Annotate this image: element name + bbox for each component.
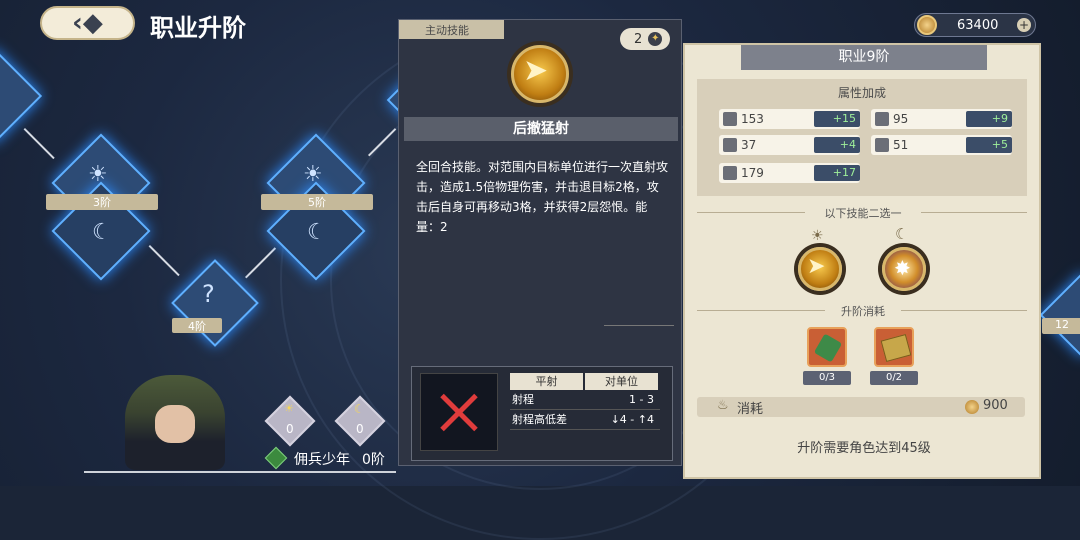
job-title: 职业9阶 <box>741 45 987 70</box>
burst-icon: ✸ <box>894 256 911 280</box>
attribute-bonus: +5 <box>966 137 1012 153</box>
table-row: 射程高低差 ↓4 - ↑4 <box>510 410 660 430</box>
attribute-value: 95 <box>893 112 909 126</box>
node-label: 4阶 <box>172 318 222 333</box>
table-cell: 射程高低差 <box>512 413 567 426</box>
cost-value: 900 <box>983 398 1008 413</box>
material-icon <box>807 327 847 367</box>
tree-node-4[interactable]: ? 4阶 <box>170 259 270 368</box>
character-name: 佣兵少年 <box>294 452 350 468</box>
node-label: 3阶 <box>46 194 158 210</box>
cost-bar: ♨ 消耗 900 <box>697 397 1025 417</box>
back-arrow-icon: ‹◆ <box>72 8 103 38</box>
material-slot[interactable]: 0/3 <box>803 327 851 385</box>
attribute-value: 179 <box>741 166 764 180</box>
moon-icon: ☾ <box>92 220 112 245</box>
skill-range-box: 平射 对单位 射程 1 - 3 射程高低差 ↓4 - ↑4 <box>411 366 673 461</box>
heart-icon <box>723 166 737 180</box>
node-diamond <box>171 259 259 347</box>
node-label: 5阶 <box>261 194 373 210</box>
question-icon: ? <box>202 280 215 308</box>
attribute-bonus: +9 <box>966 111 1012 127</box>
choose-label: 以下技能二选一 <box>805 205 921 221</box>
skill-tag: 主动技能 <box>399 20 504 39</box>
page-title: 职业升阶 <box>150 14 246 42</box>
table-cell: ↓4 - ↑4 <box>610 413 654 426</box>
attribute-speed: 51 +5 <box>871 135 1012 155</box>
skill-name: 后撤猛射 <box>404 117 678 141</box>
moon-icon: ☾ <box>307 220 327 245</box>
tree-node-5[interactable]: ☀ ☾ 5阶 <box>261 133 373 281</box>
range-grid-image <box>420 373 498 451</box>
attribute-bonus: +17 <box>814 165 860 181</box>
character-rank: 0阶 <box>362 452 385 468</box>
coin-value: 63400 <box>957 17 999 33</box>
staff-icon <box>875 112 889 126</box>
book-icon <box>880 334 912 362</box>
coin-icon <box>965 400 979 414</box>
material-slot[interactable]: 0/2 <box>870 327 918 385</box>
skill-option-sun[interactable]: ➤ <box>798 247 842 291</box>
cost-label: 升阶消耗 <box>825 303 901 319</box>
attribute-value: 153 <box>741 112 764 126</box>
attribute-attack: 153 +15 <box>719 109 860 129</box>
divider <box>84 471 396 473</box>
attribute-value: 51 <box>893 138 909 152</box>
attribute-title: 属性加成 <box>837 86 886 100</box>
table-cell: 射程 <box>512 393 534 406</box>
material-icon <box>874 327 914 367</box>
boot-icon <box>875 138 889 152</box>
coin-bag-icon: ♨ <box>717 398 729 413</box>
node-label: 12 <box>1042 318 1080 334</box>
table-header: 平射 <box>510 373 583 390</box>
moon-icon: ☾ <box>895 225 909 243</box>
table-header: 对单位 <box>585 373 658 390</box>
add-coins-button[interactable]: + <box>1017 18 1031 32</box>
requirement-text: 升阶需要角色达到45级 <box>797 441 931 456</box>
skill-icon: ➤ <box>511 45 569 103</box>
arrow-right-icon: ➤ <box>807 254 826 279</box>
skill-panel: 主动技能 2 ✦ ➤ 后撤猛射 全回合技能。对范围内目标单位进行一次直射攻击，造… <box>398 19 682 466</box>
sun-count: 0 <box>286 422 294 436</box>
skill-range-table: 平射 对单位 射程 1 - 3 射程高低差 ↓4 - ↑4 <box>510 373 660 430</box>
tree-node-3[interactable]: ☀ ☾ 3阶 <box>46 133 158 281</box>
job-panel: 职业9阶 属性加成 153 +15 95 +9 37 +4 51 +5 179 … <box>683 43 1041 479</box>
cost-name: 消耗 <box>737 402 764 417</box>
moon-icon: ☾ <box>354 402 365 416</box>
back-button[interactable]: ‹◆ <box>40 6 135 40</box>
attribute-bonus: +4 <box>814 137 860 153</box>
shield-icon <box>723 138 737 152</box>
gem-icon <box>813 333 843 363</box>
skill-count-badge: 2 ✦ <box>620 28 670 50</box>
skill-description: 全回合技能。对范围内目标单位进行一次直射攻击，造成1.5倍物理伤害，并击退目标2… <box>416 160 669 234</box>
divider <box>604 325 674 326</box>
attribute-value: 37 <box>741 138 757 152</box>
material-count: 0/2 <box>870 371 918 385</box>
sun-icon: ☀ <box>303 162 323 187</box>
arrow-right-icon: ➤ <box>523 53 549 88</box>
skill-option-moon[interactable]: ✸ <box>882 247 926 291</box>
attribute-hp: 179 +17 <box>719 163 860 183</box>
sun-icon: ☀ <box>88 162 108 187</box>
material-count: 0/3 <box>803 371 851 385</box>
sword-icon <box>723 112 737 126</box>
character-portrait <box>125 375 225 470</box>
coin-icon <box>917 15 937 35</box>
sun-icon: ☀ <box>284 402 294 415</box>
attribute-magic: 95 +9 <box>871 109 1012 129</box>
table-cell: 1 - 3 <box>629 393 654 406</box>
skill-count: 2 <box>634 31 643 47</box>
sun-icon: ☀ <box>811 228 824 244</box>
character-face <box>155 405 195 443</box>
energy-icon: ✦ <box>648 32 663 46</box>
attribute-bonus: +15 <box>814 111 860 127</box>
attribute-box: 属性加成 153 +15 95 +9 37 +4 51 +5 179 +17 <box>697 79 1027 196</box>
moon-count: 0 <box>356 422 364 436</box>
table-row: 射程 1 - 3 <box>510 390 660 410</box>
coin-counter: 63400 + <box>914 13 1036 37</box>
attribute-defense: 37 +4 <box>719 135 860 155</box>
